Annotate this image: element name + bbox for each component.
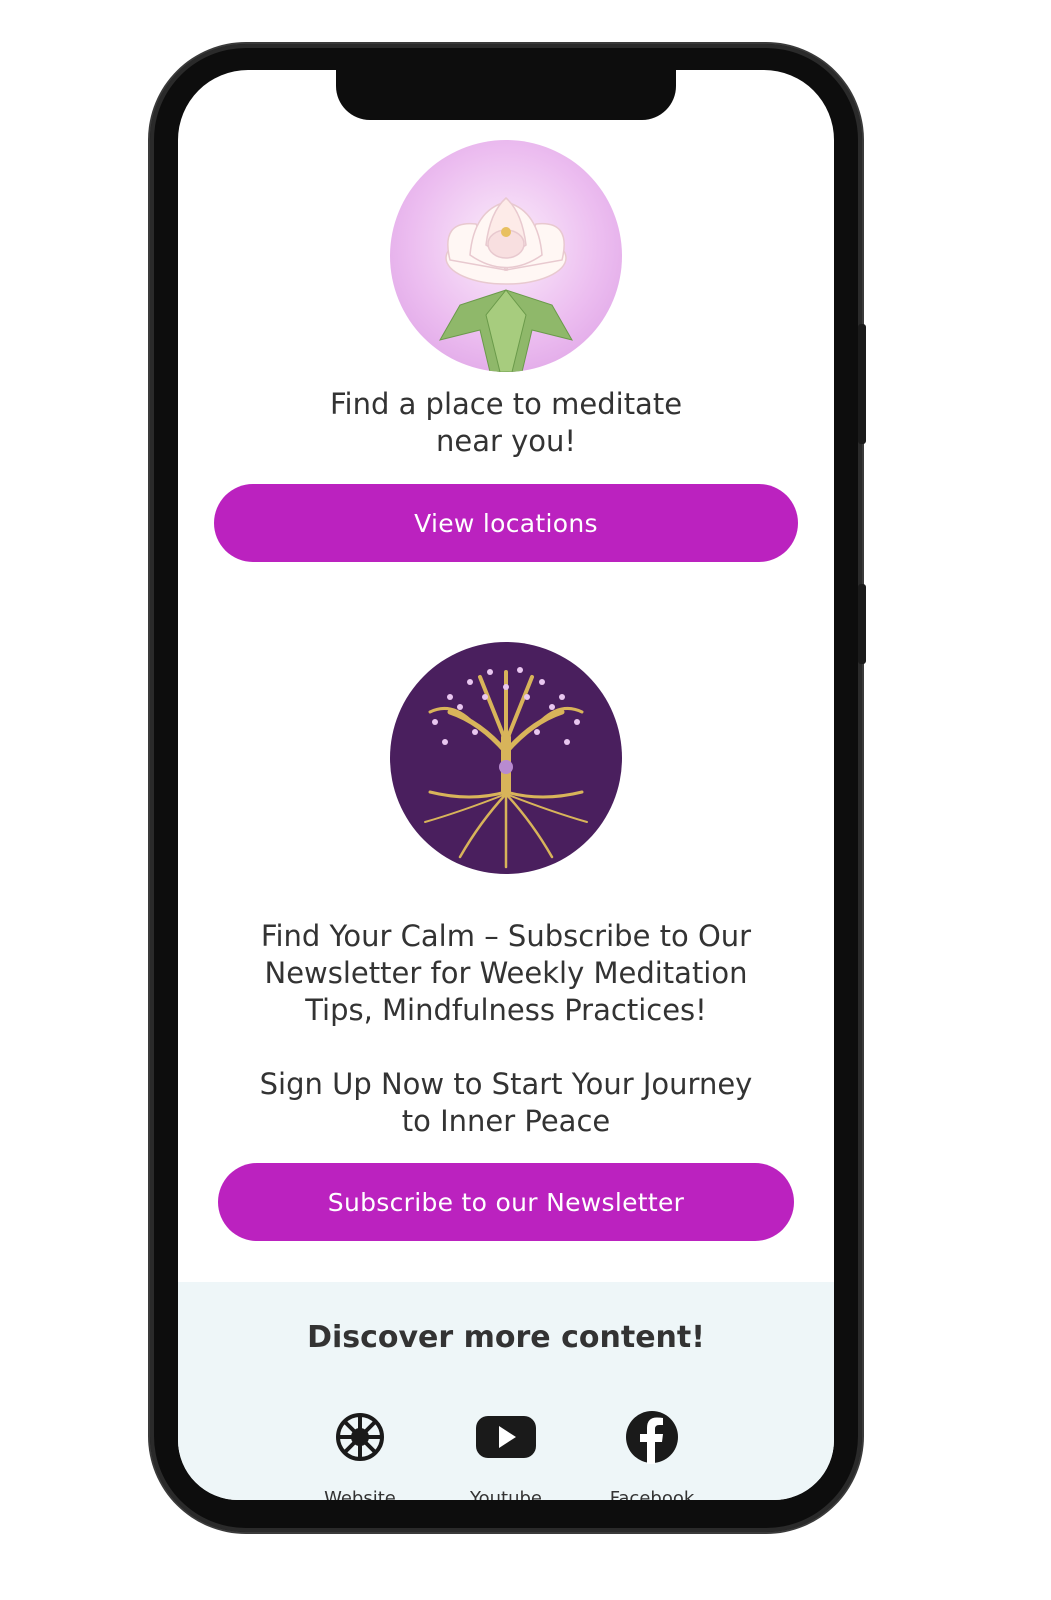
view-locations-button[interactable]: View locations [214,484,798,562]
website-link[interactable]: Website [300,1410,420,1500]
youtube-label: Youtube [470,1488,542,1500]
dharma-wheel-icon [300,1410,420,1468]
newsletter-heading: Find Your Calm – Subscribe to Our Newsle… [260,919,752,1027]
power-button [858,324,866,444]
website-label: Website [324,1488,396,1500]
phone-screen: Find a place to meditate near you! View … [178,70,834,1500]
tree-of-life-icon [390,642,622,874]
lotus-flower-icon [390,140,622,372]
facebook-link[interactable]: Facebook [592,1410,712,1500]
footer-title: Discover more content! [307,1320,705,1355]
footer: Discover more content! Website Youtube F… [178,1282,834,1500]
facebook-icon [592,1410,712,1468]
youtube-icon [446,1410,566,1468]
subscribe-newsletter-button[interactable]: Subscribe to our Newsletter [218,1163,794,1241]
phone-notch [336,70,676,120]
newsletter-subheading: Sign Up Now to Start Your Journey to Inn… [259,1067,753,1138]
facebook-label: Facebook [609,1488,695,1500]
locations-heading: Find a place to meditate near you! [329,387,683,458]
volume-button [858,584,866,664]
youtube-link[interactable]: Youtube [446,1410,566,1500]
